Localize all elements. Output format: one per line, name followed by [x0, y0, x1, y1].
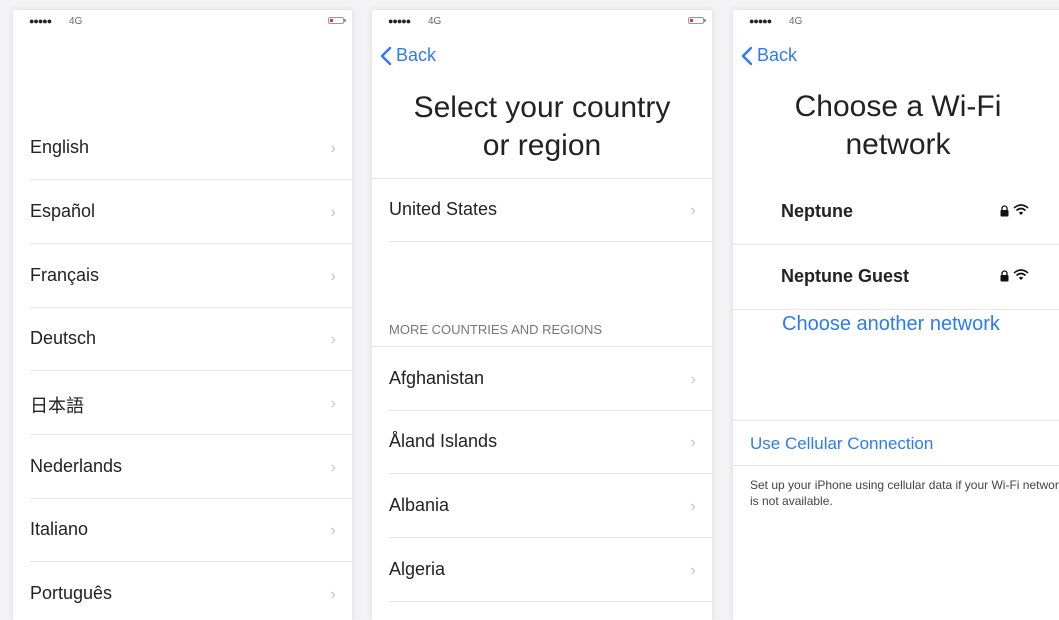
choose-another-network-link[interactable]: Choose another network	[782, 313, 1000, 336]
signal-dots: ●●●●●	[29, 16, 52, 26]
country-screen: ●●●●● 4G Back Select your country or reg…	[372, 10, 712, 620]
language-label: Deutsch	[30, 328, 97, 348]
language-label: Español	[30, 201, 96, 221]
chevron-right-icon: ›	[330, 395, 336, 412]
back-label: Back	[396, 45, 437, 65]
language-row-nederlands[interactable]: Nederlands ›	[30, 435, 352, 499]
back-button[interactable]: Back	[380, 45, 436, 66]
use-cellular-link[interactable]: Use Cellular Connection	[750, 434, 933, 454]
network-name: Neptune	[781, 201, 853, 221]
language-label: Français	[30, 265, 100, 285]
wifi-network-row[interactable]: Neptune ›	[733, 180, 1059, 245]
battery-icon	[328, 17, 346, 24]
title-line-2: network	[845, 128, 951, 161]
country-label: Åland Islands	[389, 431, 498, 451]
country-row-afghanistan[interactable]: Afghanistan ›	[389, 347, 712, 411]
wifi-icon	[1013, 204, 1029, 215]
chevron-right-icon: ›	[330, 459, 336, 476]
language-row-deutsch[interactable]: Deutsch ›	[30, 307, 352, 371]
chevron-left-icon	[380, 46, 392, 65]
language-row-francais[interactable]: Français ›	[30, 244, 352, 308]
language-label: Português	[30, 583, 113, 603]
status-bar: ●●●●● 4G	[13, 10, 352, 34]
divider	[733, 420, 1059, 421]
status-bar: ●●●●● 4G	[733, 10, 1059, 34]
chevron-right-icon: ›	[330, 140, 336, 157]
cellular-note: Set up your iPhone using cellular data i…	[750, 478, 1059, 508]
chevron-right-icon: ›	[690, 562, 696, 579]
title-line-1: Select your country	[413, 91, 671, 124]
back-label: Back	[757, 45, 798, 65]
language-row-espanol[interactable]: Español ›	[30, 180, 352, 244]
language-row-english[interactable]: English ›	[30, 116, 352, 180]
country-row-suggested[interactable]: United States ›	[389, 178, 712, 242]
chevron-right-icon: ›	[330, 268, 336, 285]
title-line-1: Choose a Wi-Fi	[794, 90, 1002, 123]
language-row-japanese[interactable]: 日本語 ›	[30, 371, 352, 435]
chevron-right-icon: ›	[330, 331, 336, 348]
network-type: 4G	[789, 16, 803, 27]
chevron-right-icon: ›	[330, 204, 336, 221]
country-label: Algeria	[389, 559, 446, 579]
wifi-network-row[interactable]: Neptune Guest ›	[733, 245, 1059, 310]
language-screen: ●●●●● 4G English › Español › Français › …	[13, 10, 352, 620]
language-label: 日本語	[30, 396, 84, 416]
title-line-2: or region	[482, 129, 602, 162]
language-label: Italiano	[30, 519, 89, 539]
chevron-right-icon: ›	[690, 202, 696, 219]
country-row-albania[interactable]: Albania ›	[389, 474, 712, 538]
network-type: 4G	[69, 16, 83, 27]
chevron-right-icon: ›	[690, 498, 696, 515]
wifi-screen: ●●●●● 4G Back Choose a Wi-Fi network Nep…	[733, 10, 1059, 620]
status-bar: ●●●●● 4G	[372, 10, 712, 34]
country-row-algeria[interactable]: Algeria ›	[389, 538, 712, 602]
country-label: United States	[389, 199, 498, 219]
chevron-right-icon: ›	[690, 434, 696, 451]
chevron-right-icon: ›	[330, 586, 336, 603]
lock-icon	[1000, 270, 1009, 282]
language-label: Nederlands	[30, 456, 123, 476]
language-row-italiano[interactable]: Italiano ›	[30, 498, 352, 562]
network-name: Neptune Guest	[781, 266, 910, 286]
country-row-aland-islands[interactable]: Åland Islands ›	[389, 410, 712, 474]
network-type: 4G	[428, 16, 442, 27]
wifi-icon	[1013, 269, 1029, 280]
section-header: MORE COUNTRIES AND REGIONS	[389, 322, 603, 337]
page-title: Choose a Wi-Fi network	[733, 88, 1059, 164]
chevron-right-icon: ›	[690, 371, 696, 388]
country-label: Albania	[389, 495, 450, 515]
lock-icon	[1000, 205, 1009, 217]
back-button[interactable]: Back	[741, 45, 797, 66]
divider	[733, 465, 1059, 466]
chevron-right-icon: ›	[330, 522, 336, 539]
signal-dots: ●●●●●	[388, 16, 411, 26]
country-label: Afghanistan	[389, 368, 485, 388]
chevron-left-icon	[741, 46, 753, 65]
page-title: Select your country or region	[372, 89, 712, 165]
language-label: English	[30, 137, 90, 157]
language-row-portugues[interactable]: Português ›	[30, 562, 352, 620]
signal-dots: ●●●●●	[749, 16, 772, 26]
battery-icon	[688, 17, 706, 24]
